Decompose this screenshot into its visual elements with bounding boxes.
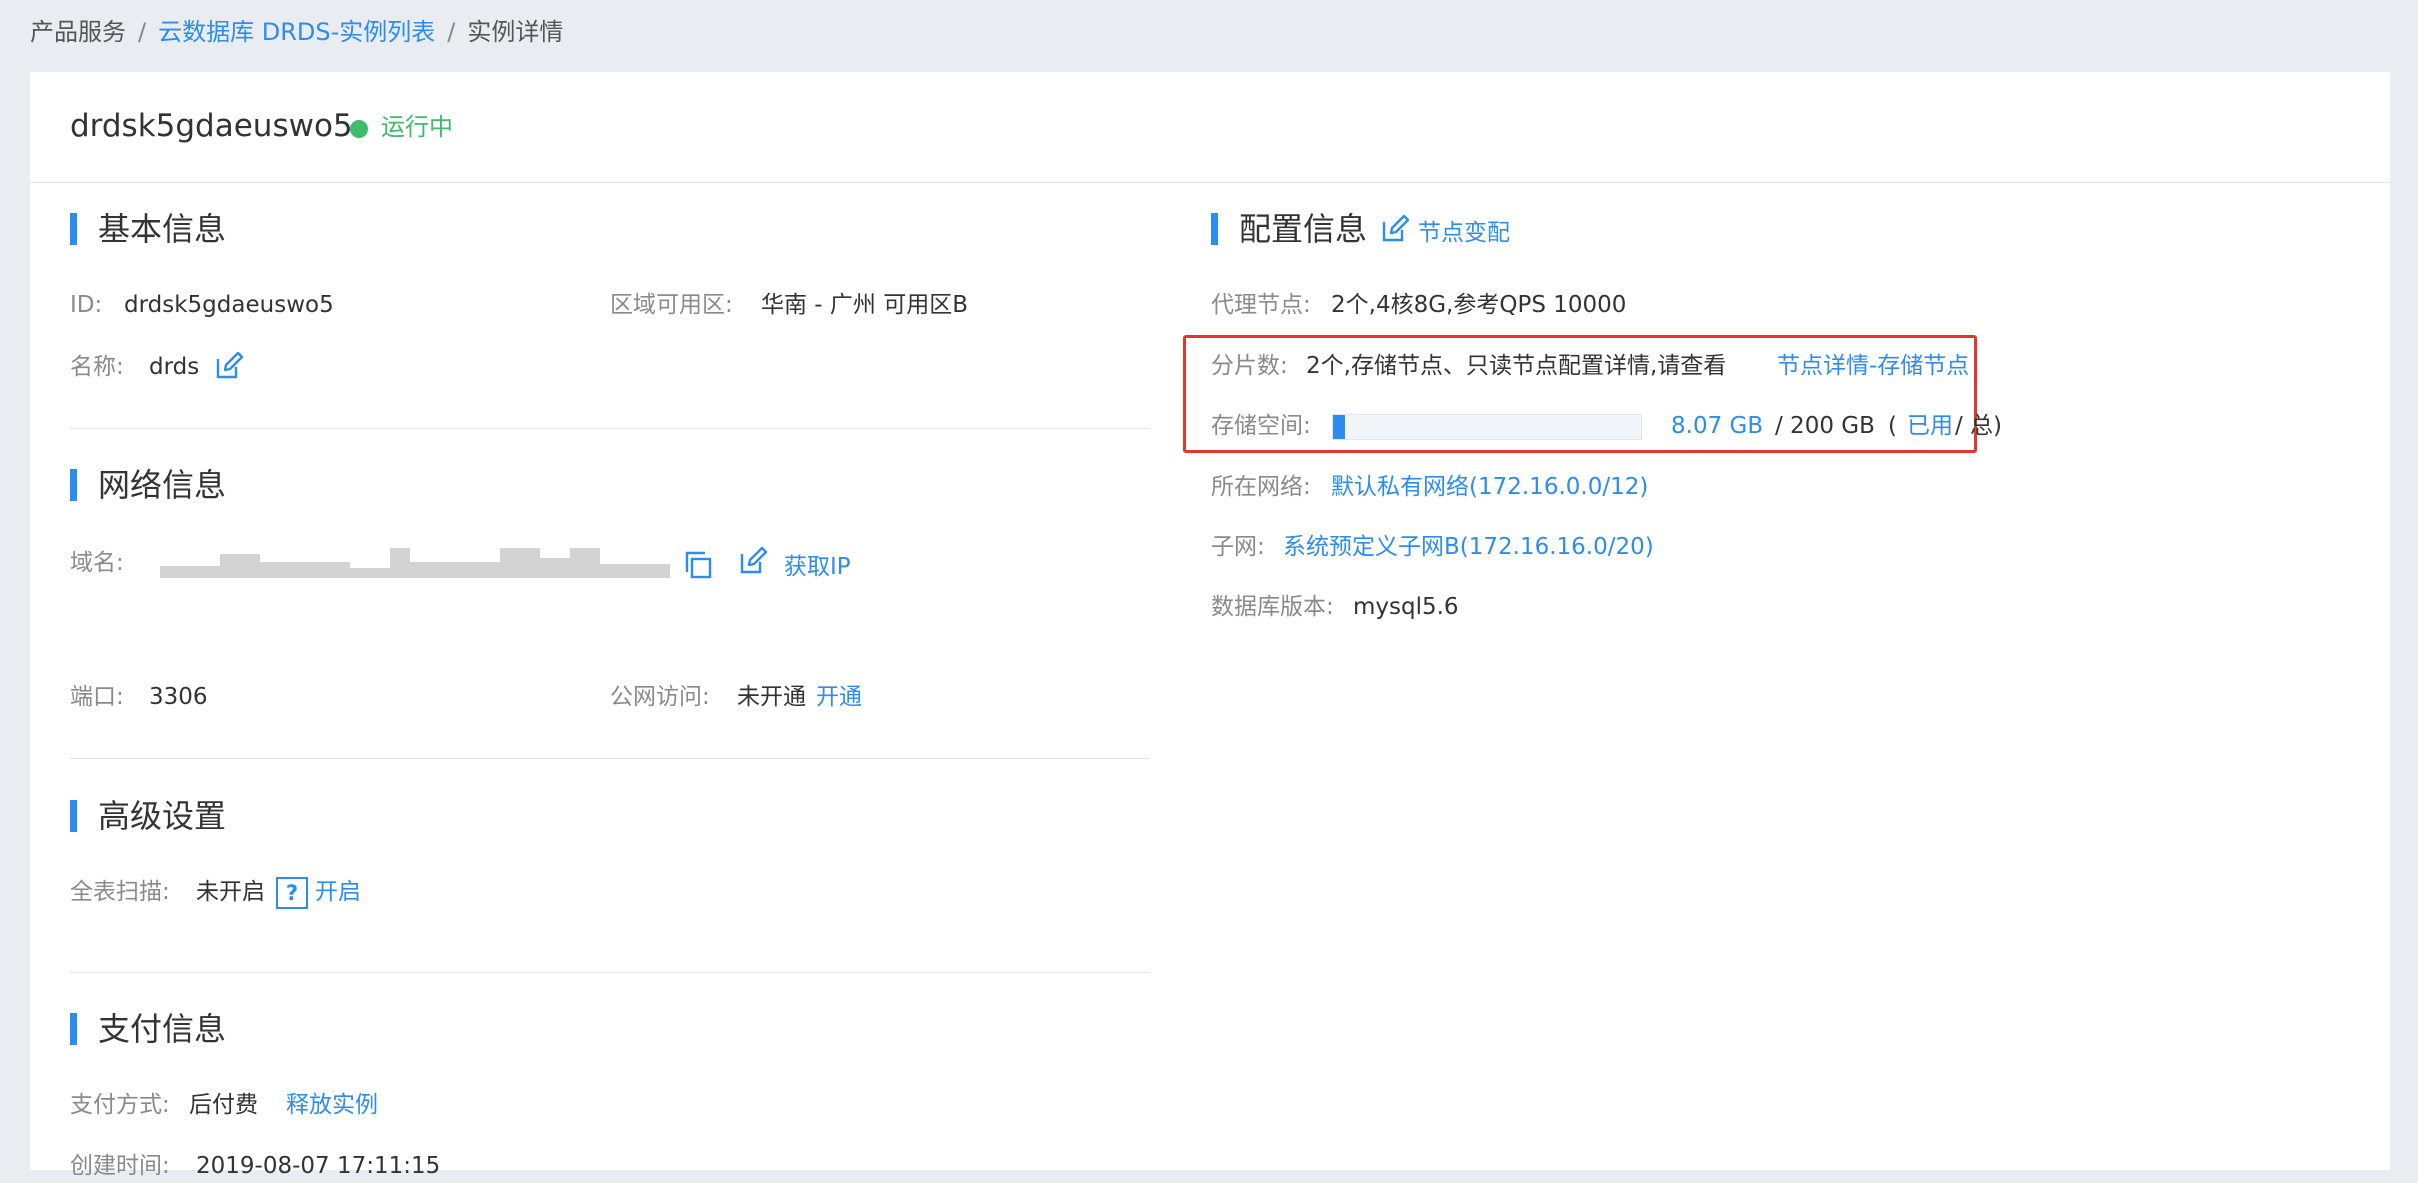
proxy-node-label: 代理节点:: [1211, 292, 1311, 318]
port-value: 3306: [149, 684, 208, 710]
domain-value-blurred: [160, 548, 670, 578]
region-value: 华南 - 广州 可用区B: [761, 292, 969, 318]
storage-total-value: / 200 GB: [1775, 413, 1875, 439]
status-dot-icon: [350, 120, 368, 138]
section-title-advanced: 高级设置: [70, 796, 226, 836]
storage-node-detail-link[interactable]: 节点详情-存储节点: [1777, 349, 1969, 383]
breadcrumb-separator: /: [447, 18, 456, 46]
storage-progress-bar: [1332, 414, 1642, 440]
edit-name-icon[interactable]: [214, 351, 244, 381]
release-instance-link[interactable]: 释放实例: [286, 1088, 378, 1122]
id-label: ID:: [70, 292, 103, 318]
divider: [70, 972, 1150, 973]
storage-legend-total: / 总): [1955, 413, 2003, 439]
region-label: 区域可用区:: [610, 292, 733, 318]
breadcrumb-root[interactable]: 产品服务: [30, 18, 126, 46]
storage-space-label: 存储空间:: [1211, 413, 1311, 439]
section-title-network: 网络信息: [70, 465, 226, 505]
subnet-link[interactable]: 系统预定义子网B(172.16.16.0/20): [1283, 530, 1654, 564]
get-ip-link[interactable]: 获取IP: [784, 550, 851, 584]
vpc-label: 所在网络:: [1211, 474, 1311, 500]
instance-header: drdsk5gdaeuswo5 运行中: [30, 72, 2390, 183]
shard-count-label: 分片数:: [1211, 353, 1288, 379]
section-title-payment: 支付信息: [70, 1009, 226, 1049]
storage-legend-used: 已用: [1907, 413, 1953, 439]
full-scan-value: 未开启: [196, 879, 265, 905]
storage-legend-open: (: [1888, 413, 1897, 439]
node-change-link[interactable]: 节点变配: [1418, 216, 1510, 250]
vpc-link[interactable]: 默认私有网络(172.16.0.0/12): [1331, 470, 1648, 504]
breadcrumb-separator: /: [138, 18, 147, 46]
payment-method-value: 后付费: [189, 1092, 258, 1118]
breadcrumb-current: 实例详情: [467, 18, 564, 46]
port-label: 端口:: [70, 684, 124, 710]
status-badge: 运行中: [381, 113, 453, 141]
name-label: 名称:: [70, 354, 124, 380]
section-title-basic: 基本信息: [70, 209, 226, 249]
public-access-value: 未开通: [737, 684, 806, 710]
help-icon[interactable]: ?: [276, 877, 308, 909]
created-time-value: 2019-08-07 17:11:15: [196, 1153, 441, 1179]
node-change-icon[interactable]: [1380, 214, 1410, 244]
divider: [70, 758, 1150, 759]
section-title-config: 配置信息: [1211, 209, 1367, 249]
subnet-label: 子网:: [1211, 534, 1265, 560]
breadcrumb-instance-list[interactable]: 云数据库 DRDS-实例列表: [158, 18, 435, 46]
domain-label: 域名:: [70, 550, 124, 576]
name-value: drds: [149, 354, 200, 380]
full-scan-label: 全表扫描:: [70, 879, 170, 905]
enable-public-access-link[interactable]: 开通: [816, 680, 862, 714]
breadcrumb: 产品服务 / 云数据库 DRDS-实例列表 / 实例详情: [30, 14, 563, 50]
public-access-label: 公网访问:: [610, 684, 710, 710]
id-value: drdsk5gdaeuswo5: [124, 292, 334, 318]
db-version-value: mysql5.6: [1353, 594, 1459, 620]
db-version-label: 数据库版本:: [1211, 594, 1334, 620]
edit-domain-icon[interactable]: [738, 546, 768, 576]
storage-used-value: 8.07 GB: [1671, 413, 1764, 439]
divider: [70, 428, 1150, 429]
payment-method-label: 支付方式:: [70, 1092, 170, 1118]
shard-count-value: 2个,存储节点、只读节点配置详情,请查看: [1306, 353, 1727, 379]
storage-progress-fill: [1333, 415, 1346, 439]
copy-icon[interactable]: [683, 550, 713, 580]
instance-detail-panel: drdsk5gdaeuswo5 运行中 基本信息 ID: drdsk5gdaeu…: [30, 72, 2390, 1179]
created-time-label: 创建时间:: [70, 1153, 170, 1179]
page-title: drdsk5gdaeuswo5: [70, 108, 353, 144]
enable-full-scan-link[interactable]: 开启: [315, 875, 361, 909]
proxy-node-value: 2个,4核8G,参考QPS 10000: [1331, 292, 1627, 318]
